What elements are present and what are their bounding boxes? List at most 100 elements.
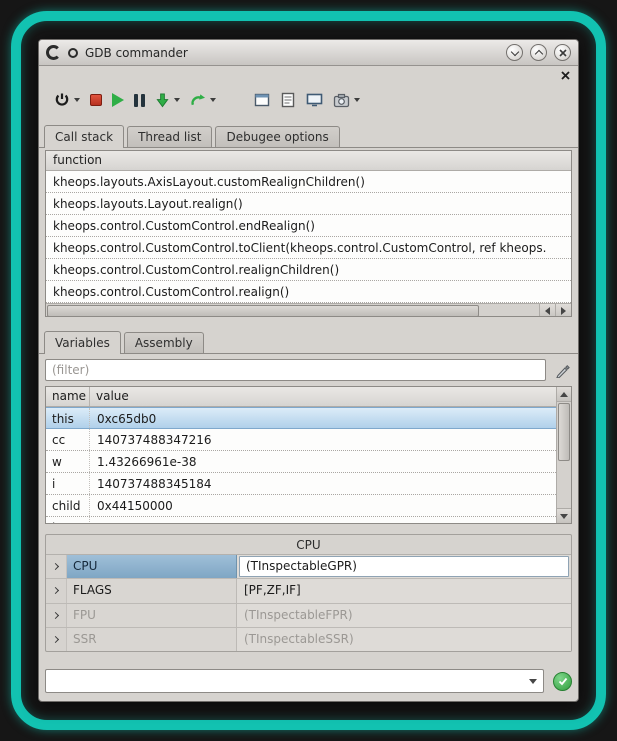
expand-button[interactable] [46,579,67,602]
panel-splitter[interactable] [39,317,578,331]
process-options-icon [333,93,350,108]
close-button[interactable] [554,44,571,61]
variable-row-this[interactable]: this 0xc65db0 [46,407,556,429]
command-combobox[interactable] [45,669,544,693]
step-into-dropdown-icon[interactable] [174,98,180,102]
cpu-row-ssr[interactable]: SSR (TInspectableSSR) [46,628,571,651]
titlebar[interactable]: GDB commander [39,40,578,66]
register-group-name[interactable]: FPU [67,604,237,627]
filter-input[interactable] [45,359,546,381]
scrollbar-track[interactable] [557,402,571,508]
cpu-value-editor[interactable]: (TInspectableGPR) [239,556,569,577]
source-editor-button[interactable] [251,87,273,113]
top-tab-bar: Call stack Thread list Debugee options [39,125,578,148]
process-options-dropdown-icon[interactable] [354,98,360,102]
call-stack-horizontal-scrollbar[interactable] [46,303,571,317]
filter-pen-button[interactable] [552,360,572,380]
call-stack-frame[interactable]: kheops.control.CustomControl.realign() [46,281,571,303]
step-over-button[interactable] [187,87,219,113]
filter-bar [45,358,572,382]
scroll-up-icon [560,392,568,397]
column-header-value[interactable]: value [90,387,556,406]
step-over-dropdown-icon[interactable] [210,98,216,102]
scroll-down-icon [560,514,568,519]
dock-close-icon[interactable] [561,71,570,80]
maximize-button[interactable] [530,44,547,61]
confirm-button[interactable] [553,672,572,691]
message-list-icon [280,92,296,108]
column-header-name[interactable]: name [46,387,90,406]
app-icon[interactable] [46,45,61,60]
scroll-right-icon [561,307,566,315]
memory-viewer-icon [306,92,323,108]
scroll-up-button[interactable] [557,387,571,402]
cpu-row-gpr[interactable]: CPU (TInspectableGPR) [46,555,571,579]
expand-button[interactable] [46,628,67,651]
scrollbar-thumb[interactable] [47,305,479,317]
column-header-function[interactable]: function [46,151,571,171]
call-stack-frame[interactable]: kheops.control.CustomControl.endRealign(… [46,215,571,237]
memory-viewer-button[interactable] [303,87,326,113]
tab-assembly[interactable]: Assembly [124,332,204,353]
message-list-button[interactable] [277,87,299,113]
step-into-button[interactable] [152,87,183,113]
register-group-name[interactable]: CPU [67,555,237,578]
expand-button[interactable] [46,555,67,578]
pause-icon [134,94,145,107]
variables-vertical-scrollbar[interactable] [556,387,571,523]
source-editor-icon [254,92,270,108]
register-group-value: (TInspectableFPR) [238,605,359,626]
tab-variables[interactable]: Variables [44,331,121,354]
step-into-icon [155,93,170,108]
register-group-value: (TInspectableSSR) [238,629,360,650]
expand-button[interactable] [46,604,67,627]
cpu-row-fpu[interactable]: FPU (TInspectableFPR) [46,604,571,628]
variable-row-w[interactable]: w 1.43266961e-38 [46,451,556,473]
variables-table-body: name value this 0xc65db0 cc 140737488347… [46,387,556,523]
register-group-name[interactable]: SSR [67,628,237,651]
cpu-register-grid: CPU (TInspectableGPR) FLAGS [PF,ZF,IF] F… [46,554,571,651]
dock-header [39,66,578,84]
tab-debugee-options[interactable]: Debugee options [215,126,339,147]
pin-icon[interactable] [68,48,78,58]
combobox-text[interactable] [46,670,523,692]
cpu-row-flags[interactable]: FLAGS [PF,ZF,IF] [46,579,571,603]
combobox-dropdown-icon [529,679,537,684]
scrollbar-thumb[interactable] [558,403,570,461]
call-stack-frame[interactable]: kheops.control.CustomControl.realignChil… [46,259,571,281]
call-stack-frame[interactable]: kheops.control.CustomControl.toClient(kh… [46,237,571,259]
variable-row-cc[interactable]: cc 140737488347216 [46,429,556,451]
tab-call-stack[interactable]: Call stack [44,125,124,148]
variable-row-i[interactable]: i 140737488345184 [46,473,556,495]
variable-row-b[interactable]: b 1.43266961e-38 [46,517,556,523]
scroll-right-button[interactable] [555,304,571,317]
expand-icon [51,563,58,570]
combobox-dropdown-button[interactable] [523,670,543,692]
command-bar [45,669,572,693]
call-stack-frame[interactable]: kheops.layouts.AxisLayout.customRealignC… [46,171,571,193]
variable-row-child[interactable]: child 0x44150000 [46,495,556,517]
process-options-button[interactable] [330,87,363,113]
variable-name: w [46,451,90,472]
cpu-group-title: CPU [46,535,571,554]
stop-button[interactable] [87,87,105,113]
minimize-icon [510,47,518,55]
register-group-value: [PF,ZF,IF] [238,580,307,601]
minimize-button[interactable] [506,44,523,61]
window-title: GDB commander [85,46,499,60]
call-stack-frame[interactable]: kheops.layouts.Layout.realign() [46,193,571,215]
register-group-name[interactable]: FLAGS [67,579,237,602]
run-icon [112,93,124,107]
power-dropdown-icon[interactable] [74,98,80,102]
scrollbar-track[interactable] [46,304,539,317]
pause-button[interactable] [131,87,148,113]
variables-table-header: name value [46,387,556,407]
scroll-down-button[interactable] [557,508,571,523]
tab-thread-list[interactable]: Thread list [127,126,212,147]
scroll-left-button[interactable] [539,304,555,317]
variable-value: 140737488345184 [90,473,556,494]
power-button[interactable] [51,87,83,113]
run-button[interactable] [109,87,127,113]
variable-name: cc [46,429,90,450]
variable-value: 0x44150000 [90,495,556,516]
